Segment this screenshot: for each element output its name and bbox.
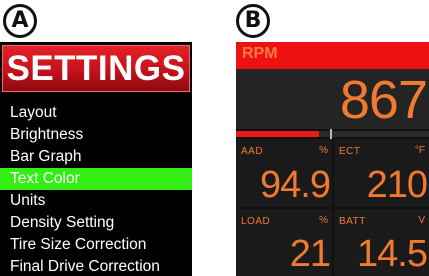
gauge-label: ECT [339, 146, 361, 157]
rpm-bar-fill [236, 131, 319, 137]
panel-a-label: A [3, 4, 37, 38]
menu-item-brightness[interactable]: Brightness [0, 124, 192, 146]
gauge-unit: % [319, 215, 328, 226]
gauge-label: LOAD [241, 216, 271, 227]
settings-header: SETTINGS [2, 45, 190, 92]
gauge-unit: % [319, 145, 328, 156]
gauge-value: 14.5 [357, 233, 428, 275]
gauge-cell-aad: AAD % 94.9 [236, 139, 332, 207]
gauge-cell-batt: BATT V 14.5 [334, 209, 429, 276]
menu-item-tire-size-correction[interactable]: Tire Size Correction [0, 234, 192, 256]
gauge-screen: RPM 867 AAD % 94.9 ECT °F 210 LOAD % 21 … [236, 42, 429, 276]
rpm-label: RPM [242, 45, 278, 62]
menu-item-density-setting[interactable]: Density Setting [0, 212, 192, 234]
gauge-cell-load: LOAD % 21 [236, 209, 332, 276]
menu-item-final-drive-correction[interactable]: Final Drive Correction [0, 256, 192, 276]
menu-item-text-color[interactable]: Text Color [0, 168, 192, 190]
panel-b-label: B [236, 4, 270, 38]
rpm-bar-marker [330, 129, 332, 139]
settings-screen: SETTINGS Layout Brightness Bar Graph Tex… [0, 42, 192, 276]
menu-item-units[interactable]: Units [0, 190, 192, 212]
menu-item-layout[interactable]: Layout [0, 102, 192, 124]
rpm-bar-graph [236, 129, 429, 139]
menu-item-bar-graph[interactable]: Bar Graph [0, 146, 192, 168]
gauge-value: 21 [289, 233, 331, 275]
settings-title: SETTINGS [6, 49, 186, 88]
gauge-value: 210 [366, 164, 428, 206]
gauge-unit: V [418, 215, 425, 226]
gauge-value: 94.9 [260, 164, 331, 206]
settings-menu: Layout Brightness Bar Graph Text Color U… [0, 102, 192, 276]
rpm-value: 867 [339, 70, 428, 130]
gauge-label: AAD [241, 146, 264, 157]
gauge-label: BATT [339, 216, 366, 227]
gauge-cell-ect: ECT °F 210 [334, 139, 429, 207]
gauge-unit: °F [414, 145, 425, 156]
